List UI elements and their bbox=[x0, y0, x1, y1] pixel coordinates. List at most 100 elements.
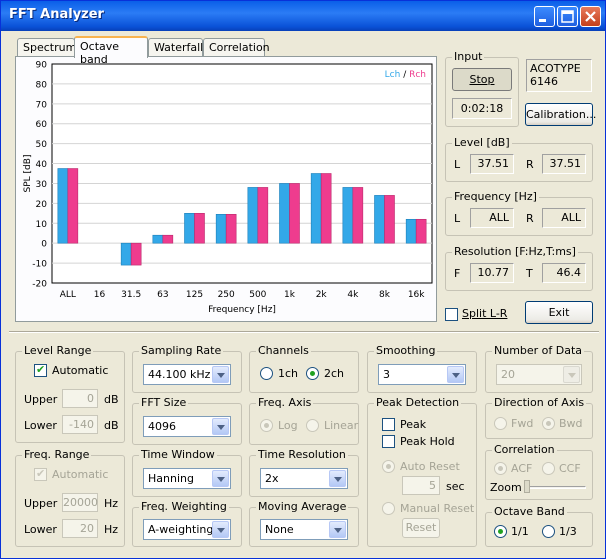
minimize-icon bbox=[539, 19, 546, 22]
frequency-l-label: L bbox=[454, 212, 461, 225]
time-resolution-title: Time Resolution bbox=[256, 448, 348, 461]
direction-fwd-radio[interactable] bbox=[494, 417, 507, 430]
x-tick-label: 63 bbox=[157, 290, 168, 300]
direction-bwd-radio[interactable] bbox=[542, 417, 555, 430]
freq-axis-title: Freq. Axis bbox=[256, 396, 314, 409]
auto-reset-seconds[interactable]: 5 bbox=[402, 476, 440, 495]
maximize-button[interactable] bbox=[557, 6, 578, 27]
bar-rch bbox=[130, 242, 142, 266]
maximize-icon bbox=[561, 10, 574, 23]
sampling-rate-select[interactable]: 44.100 kHz bbox=[143, 364, 231, 385]
separator bbox=[9, 331, 599, 333]
freq-axis-linear-radio[interactable] bbox=[306, 419, 319, 432]
freq-lower-input[interactable]: 20 bbox=[62, 519, 98, 538]
frequency-group: Frequency [Hz] L ALL R ALL bbox=[445, 190, 593, 236]
auto-reset-radio[interactable] bbox=[382, 460, 395, 473]
title-bar[interactable]: FFT Analyzer bbox=[1, 1, 605, 31]
freq-upper-unit: Hz bbox=[104, 497, 119, 510]
freq-weighting-select[interactable]: A-weighting bbox=[143, 519, 231, 540]
level-group-title: Level [dB] bbox=[452, 136, 512, 149]
channels-1ch-label: 1ch bbox=[278, 367, 299, 380]
bar-rch bbox=[162, 234, 174, 244]
y-tick-label: 60 bbox=[36, 120, 48, 130]
exit-button[interactable]: Exit bbox=[525, 301, 593, 324]
channels-2ch-radio[interactable] bbox=[306, 367, 319, 380]
legend-separator: / bbox=[400, 70, 409, 80]
x-axis-label: Frequency [Hz] bbox=[208, 305, 276, 315]
freq-upper-input[interactable]: 20000 bbox=[62, 493, 98, 512]
peak-label: Peak bbox=[400, 418, 427, 431]
peak-hold-checkbox[interactable] bbox=[382, 435, 395, 448]
channels-1ch-radio[interactable] bbox=[260, 367, 273, 380]
resolution-f-value: 10.77 bbox=[470, 263, 514, 283]
reset-button[interactable]: Reset bbox=[402, 518, 440, 538]
fft-size-select[interactable]: 4096 bbox=[143, 416, 231, 437]
zoom-slider-thumb[interactable] bbox=[524, 480, 530, 493]
y-tick-label: -10 bbox=[32, 260, 47, 270]
bar-rch bbox=[352, 187, 364, 244]
bar-lch bbox=[405, 218, 417, 244]
zoom-slider-track[interactable] bbox=[526, 486, 586, 489]
tab-correlation[interactable]: Correlation bbox=[203, 38, 270, 57]
number-of-data-select[interactable]: 20 bbox=[496, 364, 582, 385]
peak-detection-title: Peak Detection bbox=[374, 396, 462, 409]
y-tick-label: 0 bbox=[41, 240, 47, 250]
bar-lch bbox=[215, 214, 227, 244]
octave-band-panel: 90 80 70 60 50 40 30 20 10 0 -10 -20 ALL 16 31.5 63 125 2… bbox=[15, 56, 437, 322]
octave-1-1-radio[interactable] bbox=[494, 525, 507, 538]
frequency-l-value: ALL bbox=[470, 208, 514, 228]
level-upper-unit: dB bbox=[104, 393, 119, 406]
chevron-down-icon bbox=[563, 366, 580, 383]
freq-axis-log-radio[interactable] bbox=[260, 419, 273, 432]
correlation-ccf-radio[interactable] bbox=[542, 462, 555, 475]
freq-lower-unit: Hz bbox=[104, 523, 119, 536]
time-window-group: Time Window Hanning bbox=[132, 448, 242, 497]
direction-of-axis-title: Direction of Axis bbox=[492, 396, 587, 409]
x-tick-label: 250 bbox=[218, 290, 235, 300]
peak-checkbox[interactable] bbox=[382, 418, 395, 431]
tab-waterfall[interactable]: Waterfall bbox=[148, 38, 203, 57]
level-range-group: Level Range Automatic Upper 0 dB Lower -… bbox=[15, 344, 125, 443]
smoothing-select[interactable]: 3 bbox=[378, 364, 466, 385]
time-resolution-group: Time Resolution 2x bbox=[249, 448, 359, 497]
freq-auto-checkbox[interactable] bbox=[34, 467, 47, 481]
level-auto-checkbox[interactable] bbox=[34, 363, 47, 377]
split-lr-checkbox[interactable] bbox=[445, 308, 458, 321]
x-tick-label: 500 bbox=[249, 290, 266, 300]
fft-size-title: FFT Size bbox=[139, 396, 189, 409]
level-upper-label: Upper bbox=[24, 393, 58, 406]
calibration-button[interactable]: Calibration... bbox=[525, 103, 596, 126]
smoothing-group: Smoothing 3 bbox=[367, 344, 477, 393]
tab-octave-band[interactable]: Octave band bbox=[74, 36, 148, 66]
bar-lch bbox=[120, 242, 132, 266]
input-group: Input Stop 0:02:18 bbox=[445, 50, 519, 127]
correlation-title: Correlation bbox=[492, 443, 557, 456]
octave-1-3-label: 1/3 bbox=[559, 525, 577, 538]
level-upper-input[interactable]: 0 bbox=[62, 389, 98, 408]
correlation-acf-radio[interactable] bbox=[494, 462, 507, 475]
time-window-select[interactable]: Hanning bbox=[143, 468, 231, 489]
bar-rch bbox=[384, 195, 395, 244]
x-tick-label: 1k bbox=[284, 290, 296, 300]
stop-button[interactable]: Stop bbox=[452, 68, 512, 91]
manual-reset-radio[interactable] bbox=[382, 502, 395, 515]
x-tick-label: 4k bbox=[347, 290, 359, 300]
x-tick-label: ALL bbox=[60, 290, 76, 300]
split-lr-label[interactable]: Split L-R bbox=[462, 307, 507, 320]
bar-lch bbox=[152, 234, 164, 244]
bar-lch bbox=[342, 187, 354, 244]
bar-lch bbox=[279, 183, 290, 244]
level-l-label: L bbox=[454, 158, 461, 171]
octave-1-3-radio[interactable] bbox=[542, 525, 555, 538]
resolution-group-title: Resolution [F:Hz,T:ms] bbox=[452, 245, 578, 258]
bar-lch bbox=[57, 168, 69, 244]
close-button[interactable] bbox=[580, 6, 601, 27]
minimize-button[interactable] bbox=[534, 6, 555, 27]
x-tick-label: 31.5 bbox=[121, 290, 141, 300]
time-resolution-select[interactable]: 2x bbox=[260, 468, 348, 489]
moving-average-select[interactable]: None bbox=[260, 519, 348, 540]
tab-spectrum[interactable]: Spectrum bbox=[17, 38, 76, 57]
level-lower-input[interactable]: -140 bbox=[62, 415, 98, 434]
legend-lch: Lch bbox=[385, 70, 401, 80]
channels-group: Channels 1ch 2ch bbox=[249, 344, 359, 393]
